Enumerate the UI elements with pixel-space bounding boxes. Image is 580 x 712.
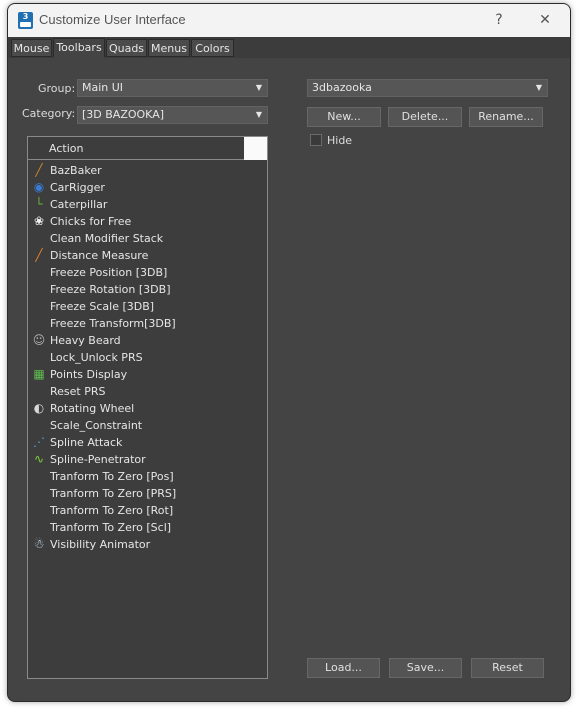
toolbar-dropdown[interactable]: 3dbazooka ▼ bbox=[307, 79, 548, 97]
tab-bar: Mouse Toolbars Quads Menus Colors bbox=[8, 37, 570, 58]
list-item-label: Chicks for Free bbox=[50, 215, 132, 228]
customize-ui-dialog: 3 Customize User Interface ? ✕ Mouse Too… bbox=[7, 3, 571, 702]
action-header-label: Action bbox=[49, 142, 84, 155]
list-item-label: Freeze Rotation [3DB] bbox=[50, 283, 171, 296]
list-item[interactable]: Tranform To Zero [Pos] bbox=[28, 468, 267, 485]
list-item-label: Lock_Unlock PRS bbox=[50, 351, 143, 364]
list-item-label: Heavy Beard bbox=[50, 334, 121, 347]
list-item-label: Caterpillar bbox=[50, 198, 108, 211]
list-item[interactable]: └ Caterpillar bbox=[28, 196, 267, 213]
list-item[interactable]: ❀ Chicks for Free bbox=[28, 213, 267, 230]
list-item[interactable]: ◐ Rotating Wheel bbox=[28, 400, 267, 417]
bazbaker-icon: ╱ bbox=[35, 163, 43, 177]
chevron-down-icon: ▼ bbox=[255, 110, 262, 119]
list-item[interactable]: Clean Modifier Stack bbox=[28, 230, 267, 247]
category-value: [3D BAZOOKA] bbox=[82, 108, 165, 121]
list-item[interactable]: ☃ Visibility Animator bbox=[28, 536, 267, 553]
list-item[interactable]: Freeze Scale [3DB] bbox=[28, 298, 267, 315]
globe-grid-icon: ▦ bbox=[33, 367, 45, 381]
tab-colors[interactable]: Colors bbox=[191, 39, 234, 57]
chick-icon: ❀ bbox=[33, 214, 45, 228]
save-button[interactable]: Save... bbox=[389, 658, 462, 678]
new-button[interactable]: New... bbox=[307, 107, 381, 127]
chevron-down-icon: ▼ bbox=[535, 83, 542, 92]
tab-menus[interactable]: Menus bbox=[148, 39, 190, 57]
tab-mouse[interactable]: Mouse bbox=[11, 39, 52, 57]
wheel-icon: ◐ bbox=[33, 401, 45, 415]
app-icon: 3 bbox=[18, 12, 33, 29]
list-item[interactable]: ▦ Points Display bbox=[28, 366, 267, 383]
caterpillar-icon: └ bbox=[35, 197, 43, 211]
list-item-label: Freeze Position [3DB] bbox=[50, 266, 168, 279]
toolbar-value: 3dbazooka bbox=[312, 81, 372, 94]
list-item[interactable]: ╱ Distance Measure bbox=[28, 247, 267, 264]
list-item-label: Freeze Transform[3DB] bbox=[50, 317, 176, 330]
list-item[interactable]: Tranform To Zero [Scl] bbox=[28, 519, 267, 536]
list-item-label: Points Display bbox=[50, 368, 128, 381]
list-item[interactable]: Reset PRS bbox=[28, 383, 267, 400]
list-item[interactable]: Scale_Constraint bbox=[28, 417, 267, 434]
list-item-label: BazBaker bbox=[50, 164, 102, 177]
action-column-header[interactable]: Action bbox=[28, 137, 244, 160]
list-item[interactable]: ⋰ Spline Attack bbox=[28, 434, 267, 451]
carrigger-icon: ◉ bbox=[33, 180, 45, 194]
hide-label: Hide bbox=[327, 134, 353, 147]
ruler-icon: ╱ bbox=[35, 248, 43, 262]
tab-toolbars[interactable]: Toolbars bbox=[53, 38, 105, 58]
header-blank-cell bbox=[244, 137, 267, 160]
spline-attack-icon: ⋰ bbox=[33, 435, 45, 449]
chevron-down-icon: ▼ bbox=[255, 83, 262, 92]
list-item-label: Freeze Scale [3DB] bbox=[50, 300, 155, 313]
list-item[interactable]: ◉ CarRigger bbox=[28, 179, 267, 196]
close-icon: ✕ bbox=[539, 12, 551, 28]
list-item[interactable]: Freeze Position [3DB] bbox=[28, 264, 267, 281]
reset-button[interactable]: Reset bbox=[471, 658, 544, 678]
category-label: Category: bbox=[22, 107, 76, 120]
group-value: Main UI bbox=[82, 81, 124, 94]
group-dropdown[interactable]: Main UI ▼ bbox=[77, 79, 268, 97]
list-item[interactable]: ∿ Spline-Penetrator bbox=[28, 451, 267, 468]
list-item[interactable]: Freeze Rotation [3DB] bbox=[28, 281, 267, 298]
list-item-label: Spline Attack bbox=[50, 436, 123, 449]
spline-penetrator-icon: ∿ bbox=[33, 452, 45, 466]
hide-checkbox[interactable] bbox=[310, 134, 322, 146]
list-item[interactable]: Tranform To Zero [PRS] bbox=[28, 485, 267, 502]
action-list[interactable]: Action ╱ BazBaker ◉ CarRigger └ Caterpillar ❀ C… bbox=[27, 136, 268, 679]
list-item[interactable]: Freeze Transform[3DB] bbox=[28, 315, 267, 332]
list-item[interactable]: ╱ BazBaker bbox=[28, 162, 267, 179]
list-item[interactable]: ☺ Heavy Beard bbox=[28, 332, 267, 349]
list-item-label: Tranform To Zero [Pos] bbox=[50, 470, 174, 483]
title-bar: 3 Customize User Interface ? ✕ bbox=[8, 4, 570, 37]
list-item-label: Visibility Animator bbox=[50, 538, 151, 551]
list-item-label: Reset PRS bbox=[50, 385, 106, 398]
help-icon: ? bbox=[495, 12, 503, 28]
delete-button[interactable]: Delete... bbox=[388, 107, 462, 127]
list-item[interactable]: Tranform To Zero [Rot] bbox=[28, 502, 267, 519]
list-item-label: Tranform To Zero [Scl] bbox=[50, 521, 172, 534]
close-button[interactable]: ✕ bbox=[530, 9, 560, 31]
list-item-label: Spline-Penetrator bbox=[50, 453, 146, 466]
ghost-icon: ☃ bbox=[33, 537, 45, 551]
window-title: Customize User Interface bbox=[39, 12, 186, 27]
list-item-label: CarRigger bbox=[50, 181, 105, 194]
list-item-label: Scale_Constraint bbox=[50, 419, 143, 432]
list-item-label: Rotating Wheel bbox=[50, 402, 135, 415]
tab-quads[interactable]: Quads bbox=[106, 39, 147, 57]
list-item-label: Clean Modifier Stack bbox=[50, 232, 164, 245]
help-button[interactable]: ? bbox=[484, 9, 514, 31]
list-item-label: Distance Measure bbox=[50, 249, 149, 262]
load-button[interactable]: Load... bbox=[307, 658, 380, 678]
beard-icon: ☺ bbox=[32, 333, 46, 347]
list-item[interactable]: Lock_Unlock PRS bbox=[28, 349, 267, 366]
list-item-label: Tranform To Zero [Rot] bbox=[50, 504, 174, 517]
list-item-label: Tranform To Zero [PRS] bbox=[50, 487, 177, 500]
category-dropdown[interactable]: [3D BAZOOKA] ▼ bbox=[77, 106, 268, 124]
rename-button[interactable]: Rename... bbox=[469, 107, 543, 127]
group-label: Group: bbox=[38, 82, 76, 95]
